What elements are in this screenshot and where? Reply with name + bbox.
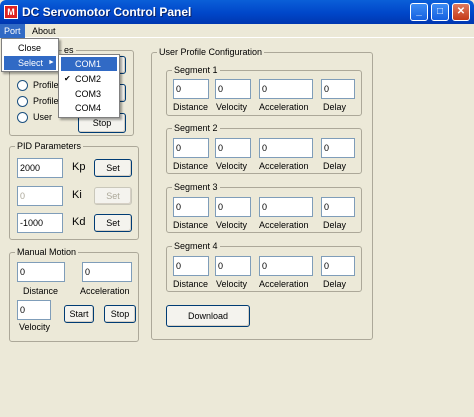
- segment-1-title: Segment 1: [172, 65, 220, 75]
- port-menu-close[interactable]: Close: [4, 41, 56, 55]
- app-logo-icon: M: [4, 5, 18, 19]
- window-title: DC Servomotor Control Panel: [22, 5, 192, 19]
- segment-4-velocity-input[interactable]: 0: [215, 256, 251, 276]
- segment-3-distance-input[interactable]: 0: [173, 197, 209, 217]
- com-menu-com1[interactable]: COM1: [61, 57, 117, 71]
- segment-4-velocity-label: Velocity: [216, 279, 248, 289]
- manual-acceleration-input[interactable]: 0: [82, 262, 132, 282]
- segment-4-title: Segment 4: [172, 241, 220, 251]
- segment-2-distance-input[interactable]: 0: [173, 138, 209, 158]
- user-radio-label: User: [33, 112, 53, 122]
- segment-1-distance-label: Distance: [173, 102, 209, 112]
- manual-group-title: Manual Motion: [15, 247, 79, 257]
- segment-2-velocity-input[interactable]: 0: [215, 138, 251, 158]
- profile-radio-1[interactable]: [17, 80, 28, 91]
- segment-3-title: Segment 3: [172, 182, 220, 192]
- kd-set-button[interactable]: Set: [94, 214, 132, 232]
- port-menu-select[interactable]: Select ►: [4, 56, 56, 70]
- user-radio[interactable]: [17, 112, 28, 123]
- minimize-button[interactable]: _: [410, 3, 428, 21]
- menu-bar: Port About: [0, 24, 474, 38]
- segment-3-acceleration-label: Acceleration: [259, 220, 309, 230]
- ki-set-button[interactable]: Set: [94, 187, 132, 205]
- menu-about[interactable]: About: [28, 24, 60, 38]
- port-menu-select-label: Select: [18, 58, 44, 68]
- ki-label: Ki: [72, 189, 82, 201]
- manual-distance-input[interactable]: 0: [17, 262, 65, 282]
- segment-1-distance-input[interactable]: 0: [173, 79, 209, 99]
- manual-distance-label: Distance: [23, 286, 59, 296]
- segment-4-acceleration-input[interactable]: 0: [259, 256, 313, 276]
- segment-2-delay-label: Delay: [323, 161, 347, 171]
- manual-start-button[interactable]: Start: [64, 305, 94, 323]
- segment-1-acceleration-label: Acceleration: [259, 102, 309, 112]
- com-menu-com3[interactable]: COM3: [61, 87, 117, 101]
- kp-set-button[interactable]: Set: [94, 159, 132, 177]
- com-menu-com4[interactable]: COM4: [61, 101, 117, 115]
- title-bar[interactable]: M DC Servomotor Control Panel _ □ ✕: [0, 0, 474, 24]
- segment-1-velocity-label: Velocity: [216, 102, 248, 112]
- segment-4-delay-label: Delay: [323, 279, 347, 289]
- segment-1-delay-input[interactable]: 0: [321, 79, 355, 99]
- pid-group-title: PID Parameters: [15, 141, 84, 151]
- segment-4-distance-label: Distance: [173, 279, 209, 289]
- segment-1-velocity-input[interactable]: 0: [215, 79, 251, 99]
- segment-3-acceleration-input[interactable]: 0: [259, 197, 313, 217]
- app-window: M DC Servomotor Control Panel _ □ ✕ Port…: [0, 0, 474, 417]
- segment-3-velocity-input[interactable]: 0: [215, 197, 251, 217]
- segment-1-acceleration-input[interactable]: 0: [259, 79, 313, 99]
- manual-velocity-input[interactable]: 0: [17, 300, 51, 320]
- segment-4-distance-input[interactable]: 0: [173, 256, 209, 276]
- com-menu-com2-label: COM2: [75, 74, 102, 84]
- segment-3-delay-label: Delay: [323, 220, 347, 230]
- port-menu-dropdown: Close Select ►: [1, 38, 59, 72]
- kd-input[interactable]: -1000: [17, 213, 63, 233]
- kp-input[interactable]: 2000: [17, 158, 63, 178]
- segment-2-acceleration-input[interactable]: 0: [259, 138, 313, 158]
- segment-3-distance-label: Distance: [173, 220, 209, 230]
- kp-label: Kp: [72, 161, 86, 173]
- maximize-button[interactable]: □: [431, 3, 449, 21]
- segment-2-velocity-label: Velocity: [216, 161, 248, 171]
- segment-2-distance-label: Distance: [173, 161, 209, 171]
- com-menu-com2[interactable]: ✔ COM2: [61, 72, 117, 86]
- manual-stop-button[interactable]: Stop: [104, 305, 136, 323]
- segment-3-delay-input[interactable]: 0: [321, 197, 355, 217]
- com-submenu-dropdown: COM1 ✔ COM2 COM3 COM4: [58, 54, 120, 118]
- profile-radio-2-label: Profile: [33, 96, 59, 106]
- manual-velocity-label: Velocity: [19, 322, 51, 332]
- profile-radio-1-label: Profile: [33, 80, 59, 90]
- close-button[interactable]: ✕: [452, 3, 470, 21]
- segment-4-acceleration-label: Acceleration: [259, 279, 309, 289]
- profile-radio-2[interactable]: [17, 96, 28, 107]
- download-button[interactable]: Download: [166, 305, 250, 327]
- manual-acceleration-label: Acceleration: [80, 286, 130, 296]
- menu-port[interactable]: Port: [0, 24, 25, 38]
- segment-4-delay-input[interactable]: 0: [321, 256, 355, 276]
- user-profile-title: User Profile Configuration: [157, 47, 265, 57]
- segment-2-acceleration-label: Acceleration: [259, 161, 309, 171]
- ki-input[interactable]: 0: [17, 186, 63, 206]
- segment-1-delay-label: Delay: [323, 102, 347, 112]
- checkmark-icon: ✔: [64, 74, 71, 83]
- segment-3-velocity-label: Velocity: [216, 220, 248, 230]
- submenu-arrow-icon: ►: [48, 59, 55, 66]
- segment-2-title: Segment 2: [172, 123, 220, 133]
- kd-label: Kd: [72, 216, 86, 228]
- segment-2-delay-input[interactable]: 0: [321, 138, 355, 158]
